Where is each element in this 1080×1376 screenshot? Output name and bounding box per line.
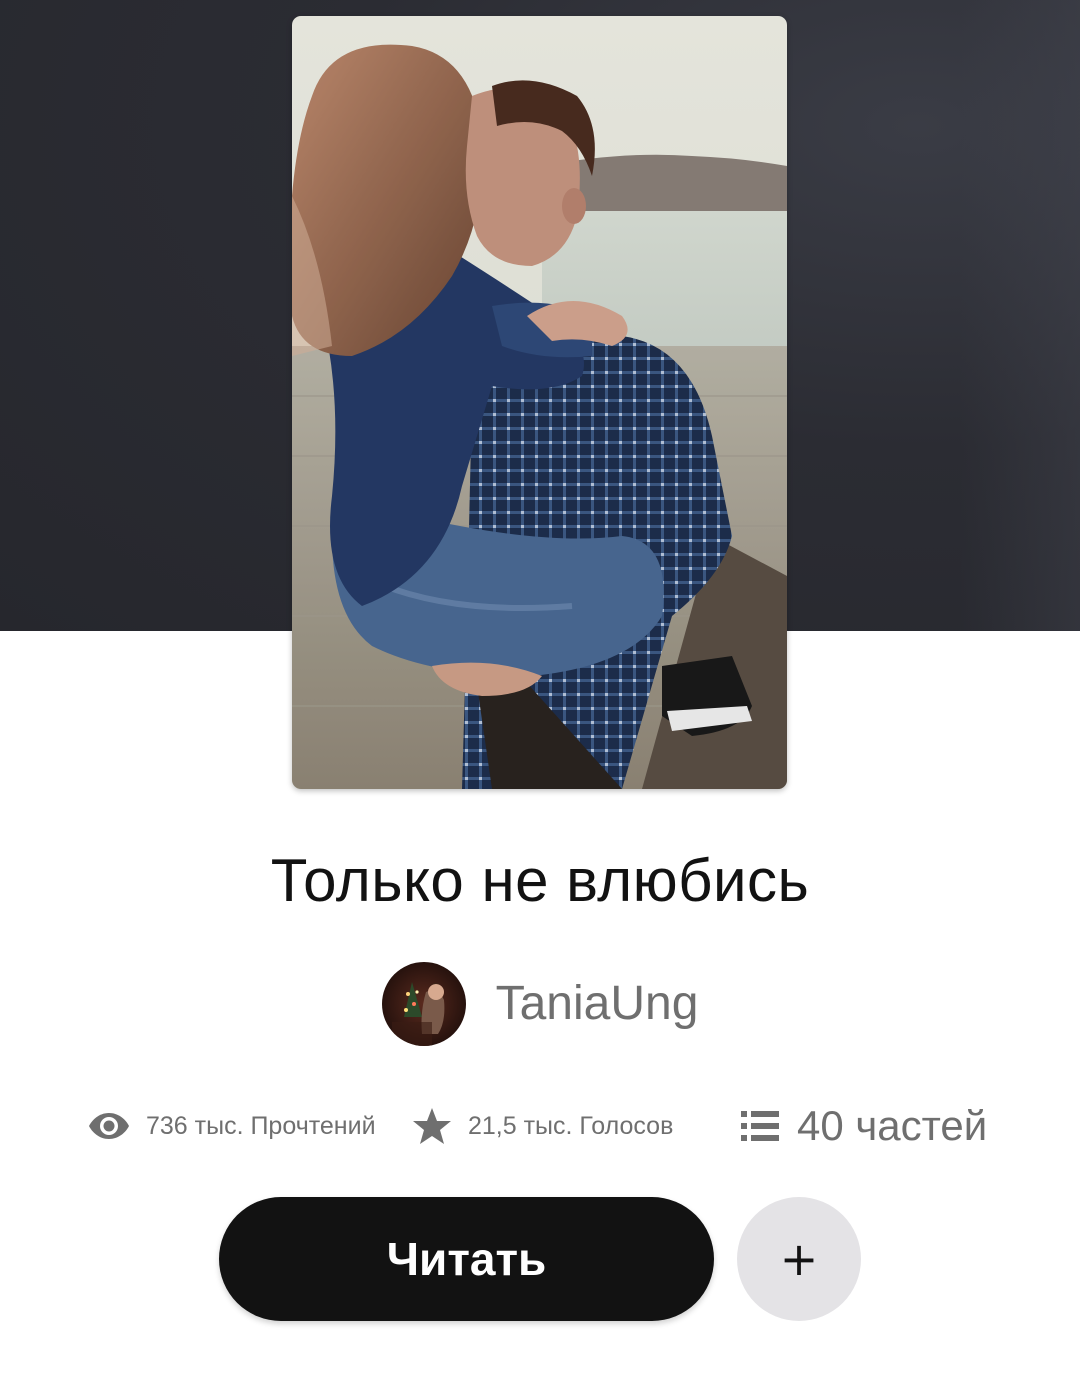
parts-count[interactable]: 40 частей (797, 1102, 987, 1150)
cover-photo (292, 16, 787, 789)
author-row[interactable]: TaniaUng (0, 962, 1080, 1046)
story-stats: 736 тыс. Прочтений 21,5 тыс. Голосов 40 … (0, 1096, 1080, 1156)
votes-stat: 21,5 тыс. Голосов (412, 1096, 673, 1156)
plus-icon: + (779, 1232, 819, 1286)
votes-count: 21,5 тыс. Голосов (468, 1111, 674, 1140)
story-title: Только не влюбись (270, 847, 810, 914)
reads-stat: 736 тыс. Прочтений (88, 1096, 376, 1156)
author-avatar[interactable] (381, 962, 466, 1046)
cover-image[interactable] (292, 16, 787, 789)
parts-stat[interactable]: 40 частей (741, 1096, 987, 1156)
add-to-library-button[interactable]: + (737, 1197, 861, 1321)
read-button[interactable]: Читать (219, 1197, 714, 1321)
author-name[interactable]: TaniaUng (496, 962, 699, 1046)
list-icon (741, 1109, 779, 1143)
eye-icon (88, 1111, 130, 1141)
reads-count: 736 тыс. Прочтений (146, 1111, 376, 1140)
star-icon (412, 1107, 452, 1145)
